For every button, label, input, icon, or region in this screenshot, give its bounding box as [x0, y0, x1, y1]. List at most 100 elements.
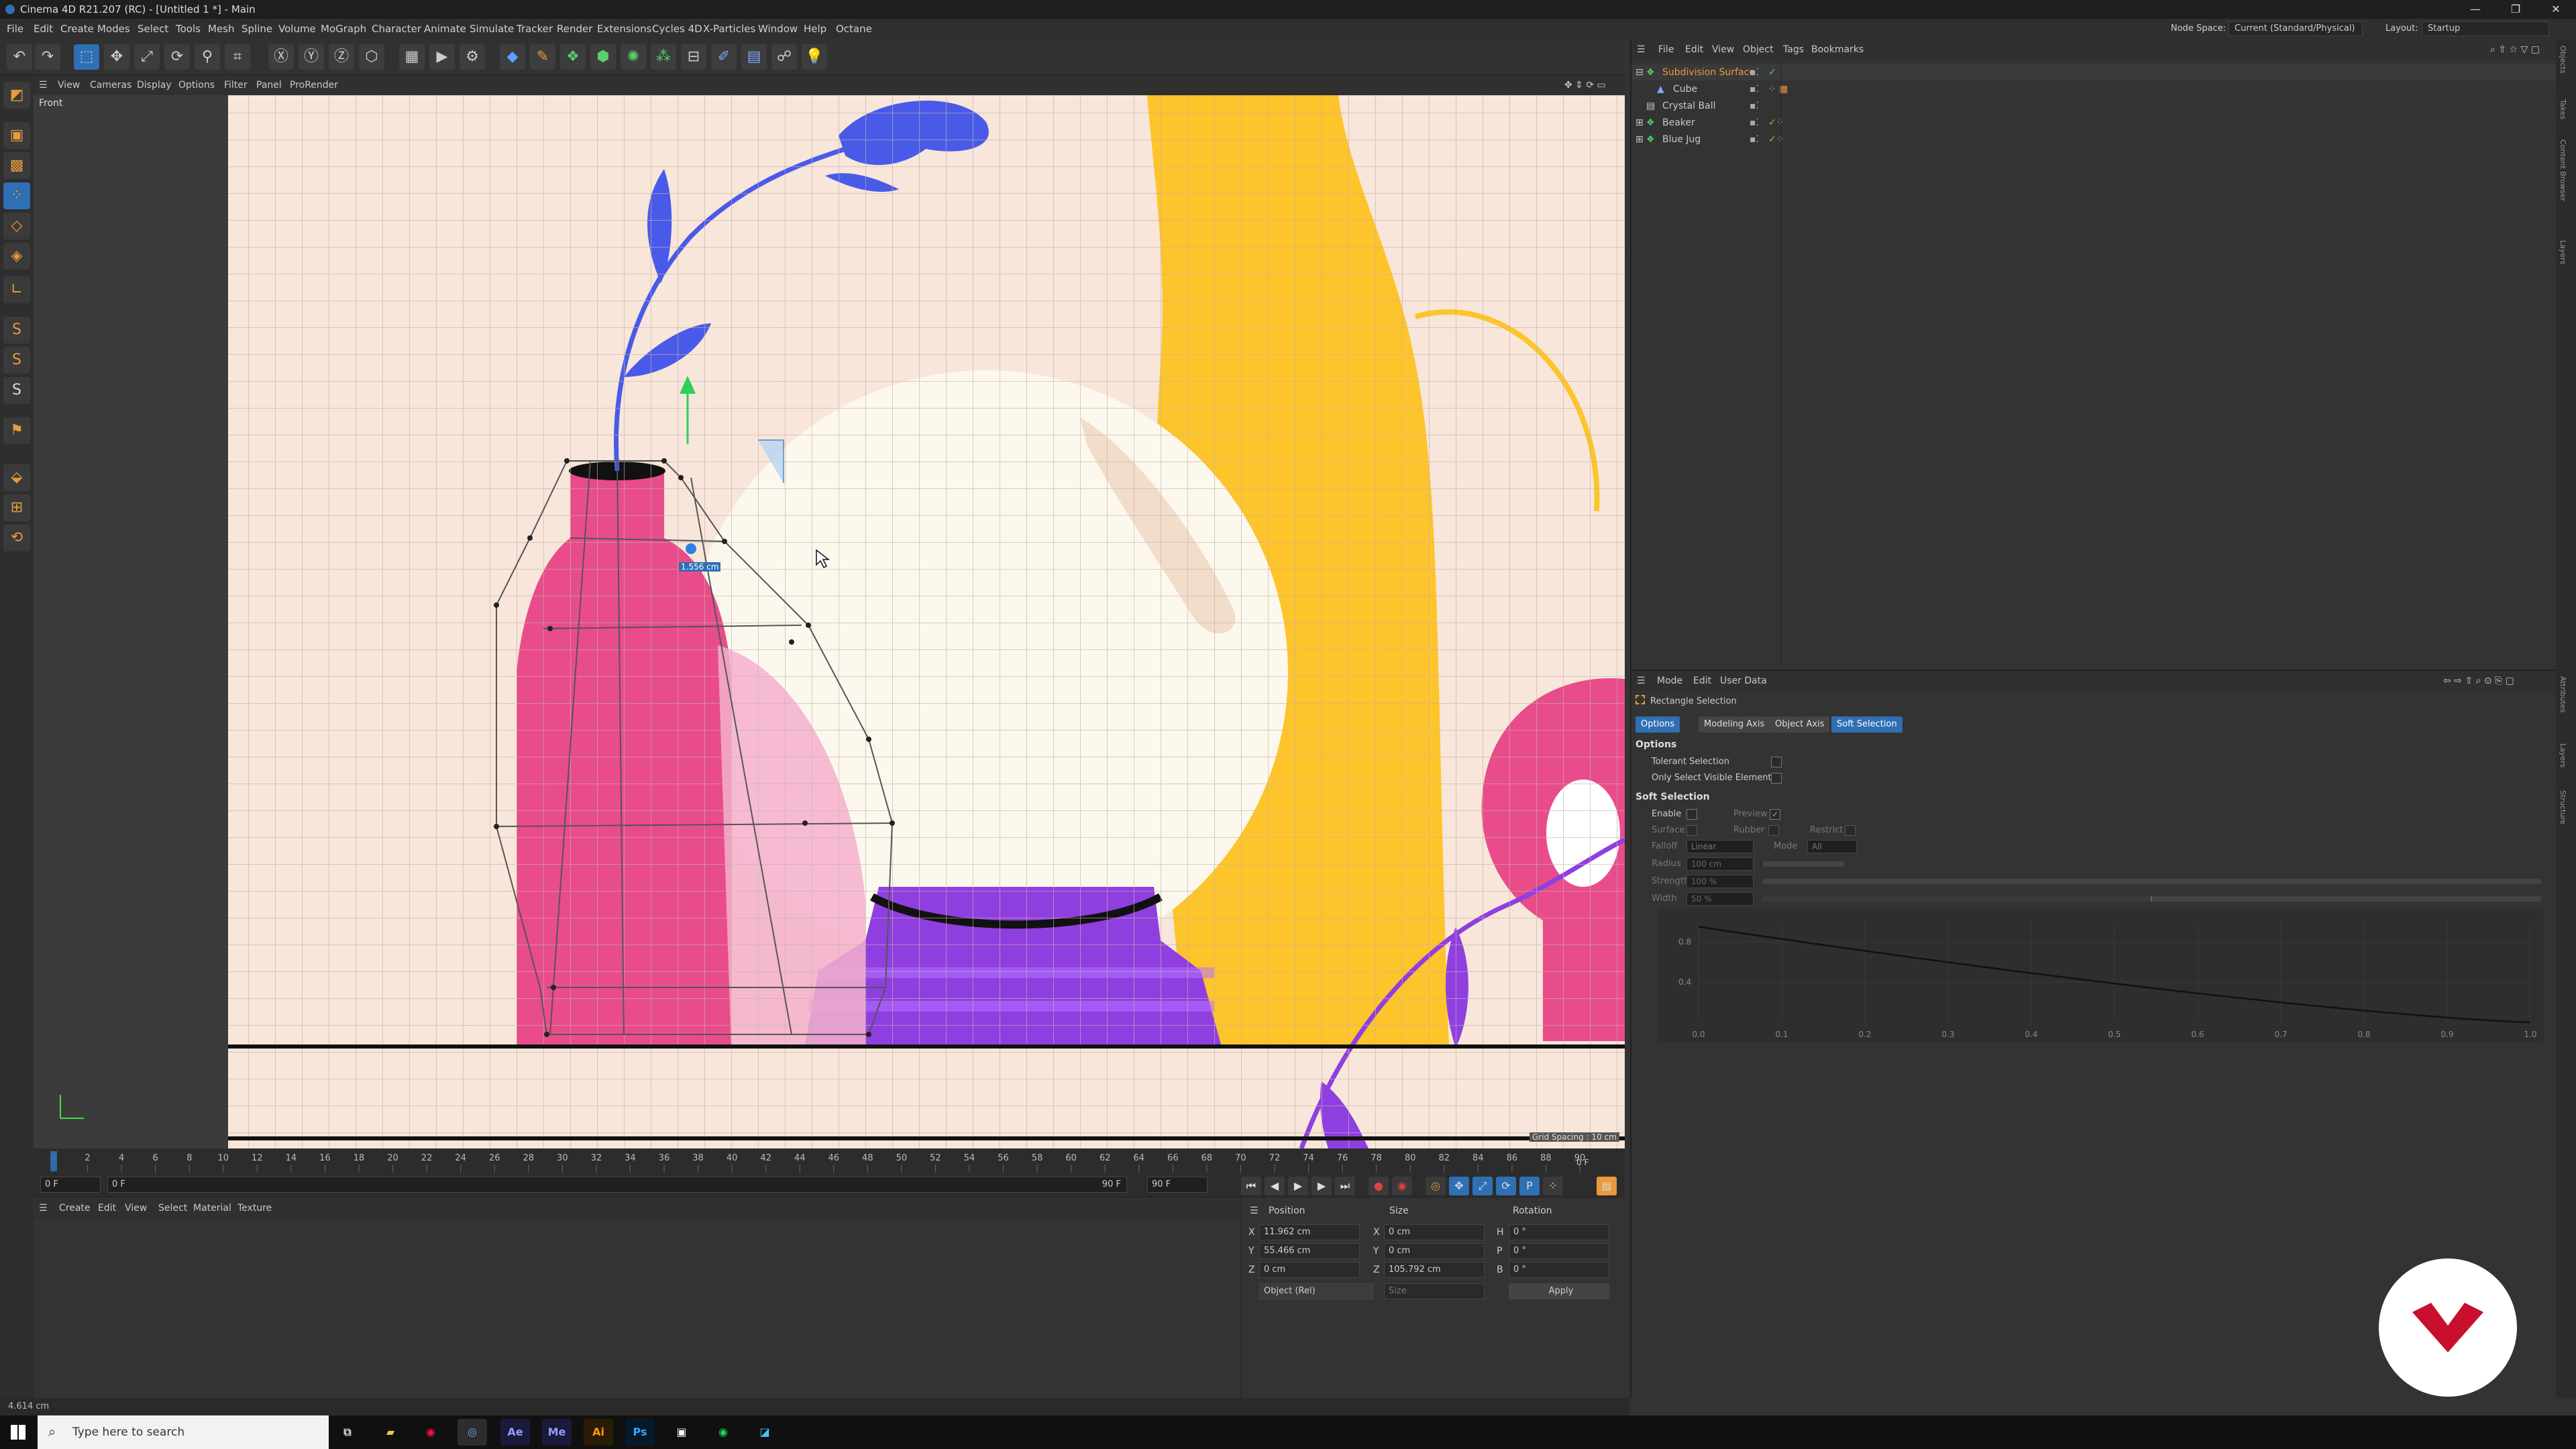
- menu-spline[interactable]: Spline: [241, 19, 272, 39]
- tab-objects[interactable]: Objects: [2559, 46, 2567, 74]
- floor-icon[interactable]: ⊟: [681, 44, 706, 70]
- viewport-menu-options[interactable]: Options: [178, 75, 215, 95]
- chrome-icon[interactable]: ◉: [416, 1419, 445, 1446]
- keyframe-selection-icon[interactable]: ◎: [1426, 1177, 1446, 1195]
- workplane-icon[interactable]: S: [3, 377, 30, 404]
- visibility-icon[interactable]: ▪⁚: [1750, 131, 1759, 148]
- attribute-menu-user-data[interactable]: User Data: [1720, 671, 1767, 691]
- menu-cycles4d[interactable]: Cycles 4D: [652, 19, 702, 39]
- viewport-menu-panel[interactable]: Panel: [256, 75, 282, 95]
- falloff-select[interactable]: Linear: [1686, 840, 1754, 853]
- windows-start-icon[interactable]: [11, 1425, 25, 1440]
- visibility-icon[interactable]: ▪⁚: [1750, 64, 1759, 80]
- rotate-tool-icon[interactable]: ⟳: [164, 44, 190, 70]
- menu-file[interactable]: File: [7, 19, 23, 39]
- scene-icon[interactable]: ☍: [771, 44, 797, 70]
- next-frame-icon[interactable]: ▶: [1311, 1177, 1332, 1195]
- radius-slider[interactable]: [1763, 861, 1843, 867]
- size-x-field[interactable]: 0 cm: [1384, 1224, 1485, 1240]
- material-menu-edit[interactable]: Edit: [98, 1197, 116, 1219]
- position-y-field[interactable]: 55.466 cm: [1259, 1243, 1360, 1259]
- attribute-menu-mode[interactable]: Mode: [1657, 671, 1682, 691]
- mograph-icon[interactable]: ⁂: [651, 44, 676, 70]
- tab-modeling-axis[interactable]: Modeling Axis: [1699, 716, 1770, 733]
- render-region-icon[interactable]: ▦: [399, 44, 425, 70]
- planar-icon[interactable]: ⬙: [3, 464, 30, 491]
- material-menu-view[interactable]: View: [125, 1197, 147, 1219]
- menu-simulate[interactable]: Simulate: [470, 19, 514, 39]
- render-view-icon[interactable]: ▶: [429, 44, 455, 70]
- rotation-key-icon[interactable]: ⟳: [1496, 1177, 1516, 1195]
- snap-icon[interactable]: S: [3, 317, 30, 343]
- viewport-menu-filter[interactable]: Filter: [224, 75, 248, 95]
- texture-mode-icon[interactable]: ▩: [3, 152, 30, 179]
- tab-layers[interactable]: Layers: [2559, 240, 2567, 264]
- frame-range-slider[interactable]: 0 F 90 F: [107, 1177, 1127, 1193]
- render-settings-icon[interactable]: ⚙: [460, 44, 485, 70]
- enable-checkbox[interactable]: [1686, 809, 1697, 820]
- go-to-start-icon[interactable]: ⏮: [1241, 1177, 1261, 1195]
- autokey-icon[interactable]: ◉: [1392, 1177, 1412, 1195]
- front-viewport[interactable]: Front 1.556 cm Grid Spacing : 10 cm: [34, 95, 1625, 1148]
- material-menu-select[interactable]: Select: [158, 1197, 187, 1219]
- menu-octane[interactable]: Octane: [836, 19, 872, 39]
- material-menu-material[interactable]: Material: [193, 1197, 231, 1219]
- object-row-subdivision-surface[interactable]: ⊟ ❖ Subdivision Surface ▪⁚ ✓: [1631, 64, 2557, 80]
- object-menu-view[interactable]: View: [1712, 39, 1734, 60]
- menu-character[interactable]: Character: [372, 19, 421, 39]
- current-frame-field[interactable]: 0 F: [40, 1177, 101, 1193]
- menu-mograph[interactable]: MoGraph: [321, 19, 366, 39]
- menu-window[interactable]: Window: [758, 19, 798, 39]
- pen-spline-icon[interactable]: ✎: [530, 44, 555, 70]
- object-row-cube[interactable]: ▲ Cube ▪⁚ ⁘ ▦: [1631, 81, 2557, 97]
- visibility-icon[interactable]: ▪⁚: [1750, 115, 1759, 131]
- model-mode-icon[interactable]: ▣: [3, 122, 30, 149]
- tab-structure[interactable]: Structure: [2559, 790, 2567, 824]
- size-mode-select[interactable]: Size: [1384, 1283, 1485, 1299]
- tab-layers-2[interactable]: Layers: [2559, 743, 2567, 767]
- spotify-icon[interactable]: ◉: [708, 1419, 738, 1446]
- close-icon[interactable]: ✕: [2536, 0, 2576, 19]
- position-z-field[interactable]: 0 cm: [1259, 1262, 1360, 1278]
- deformer-icon[interactable]: ✺: [621, 44, 646, 70]
- x-axis-icon[interactable]: Ⓧ: [268, 44, 294, 70]
- timeline-ruler[interactable]: 0246810121416182022242628303234363840424…: [34, 1148, 1625, 1173]
- tab-options[interactable]: Options: [1635, 716, 1680, 733]
- grid-icon[interactable]: ▤: [741, 44, 767, 70]
- expand-icon[interactable]: ⊞: [1635, 131, 1644, 148]
- app-icon[interactable]: ◪: [750, 1419, 780, 1446]
- menu-mesh[interactable]: Mesh: [208, 19, 235, 39]
- expand-icon[interactable]: ⊟: [1635, 64, 1644, 80]
- z-axis-icon[interactable]: Ⓩ: [329, 44, 354, 70]
- scale-key-icon[interactable]: ⤢: [1472, 1177, 1493, 1195]
- y-axis-icon[interactable]: Ⓨ: [299, 44, 324, 70]
- rotation-p-field[interactable]: 0 °: [1509, 1243, 1609, 1259]
- prev-frame-icon[interactable]: ◀: [1265, 1177, 1285, 1195]
- camera-icon[interactable]: ✐: [711, 44, 737, 70]
- position-key-icon[interactable]: ✥: [1449, 1177, 1469, 1195]
- object-menu-icon[interactable]: ☰: [1637, 39, 1646, 60]
- timeline[interactable]: 0246810121416182022242628303234363840424…: [34, 1148, 1625, 1197]
- only-visible-checkbox[interactable]: [1771, 773, 1782, 784]
- light-icon[interactable]: 💡: [802, 44, 827, 70]
- width-slider[interactable]: [1763, 896, 2541, 902]
- menu-xparticles[interactable]: X-Particles: [703, 19, 755, 39]
- viewport-menu-cameras[interactable]: Cameras: [90, 75, 131, 95]
- tab-content-browser[interactable]: Content Browser: [2559, 140, 2567, 201]
- tab-object-axis[interactable]: Object Axis: [1770, 716, 1830, 733]
- subdivision-icon[interactable]: ❖: [560, 44, 586, 70]
- preview-checkbox[interactable]: ✓: [1770, 809, 1780, 820]
- coord-mode-select[interactable]: Object (Rel): [1259, 1283, 1373, 1299]
- rubber-checkbox[interactable]: [1768, 825, 1779, 836]
- apply-button[interactable]: Apply: [1509, 1283, 1609, 1299]
- menu-volume[interactable]: Volume: [278, 19, 316, 39]
- material-menu-icon[interactable]: ☰: [39, 1197, 48, 1219]
- undo-icon[interactable]: ↶: [7, 44, 32, 70]
- expand-icon[interactable]: ⊞: [1635, 115, 1644, 131]
- pla-key-icon[interactable]: ⁘: [1543, 1177, 1563, 1195]
- end-frame-field[interactable]: 90 F: [1147, 1177, 1208, 1193]
- snap-settings-icon[interactable]: S: [3, 347, 30, 374]
- scale-tool-icon[interactable]: ⤢: [134, 44, 160, 70]
- surface-checkbox[interactable]: [1686, 825, 1697, 836]
- object-row-crystal-ball[interactable]: ▤ Crystal Ball ▪⁚: [1631, 98, 2557, 114]
